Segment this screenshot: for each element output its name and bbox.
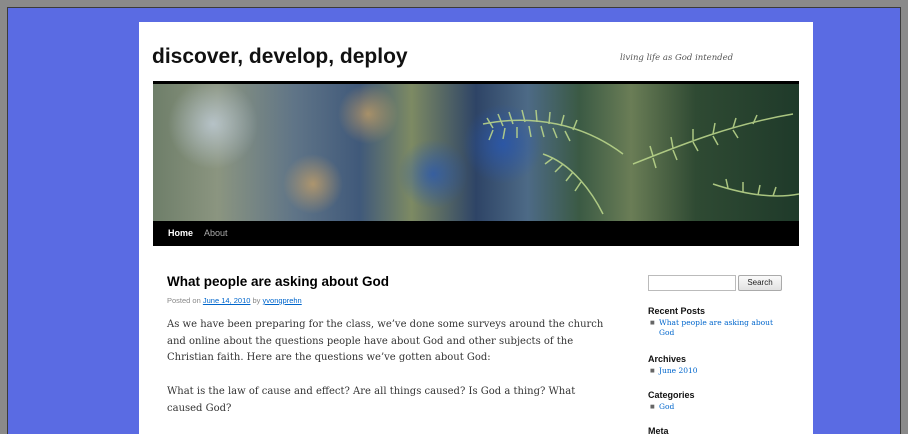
main-navigation: Home About (153, 221, 799, 246)
post-meta-prefix: Posted on (167, 296, 201, 305)
search-button[interactable]: Search (738, 275, 782, 291)
post-paragraph: What is the law of cause and effect? Are… (167, 386, 576, 414)
post-meta: Posted on June 14, 2010 by yvongprehn (167, 296, 302, 305)
archives-list: June 2010 (650, 366, 775, 376)
post-paragraph: As we have been preparing for the class,… (167, 319, 604, 363)
widget-title-recent-posts: Recent Posts (648, 306, 706, 316)
widget-title-categories: Categories (648, 390, 695, 400)
nav-item-about[interactable]: About (204, 228, 228, 238)
post-title[interactable]: What people are asking about God (167, 274, 389, 289)
post-meta-by: by (252, 296, 261, 305)
recent-post-link[interactable]: What people are asking about God (650, 318, 775, 338)
post-author-link[interactable]: yvongprehn (263, 296, 302, 305)
widget-title-meta: Meta (648, 426, 669, 434)
widget-title-archives: Archives (648, 354, 687, 364)
categories-list: God (650, 402, 775, 412)
nav-item-home[interactable]: Home (168, 228, 193, 238)
archive-link[interactable]: June 2010 (650, 366, 775, 376)
header-banner-image (153, 84, 799, 221)
site-description: living life as God intended (620, 53, 734, 63)
search-input[interactable] (648, 275, 736, 291)
page-container: discover, develop, deploy living life as… (139, 22, 813, 434)
site-title[interactable]: discover, develop, deploy (152, 45, 408, 69)
post-date-link[interactable]: June 14, 2010 (203, 296, 251, 305)
category-link[interactable]: God (650, 402, 775, 412)
recent-posts-list: What people are asking about God (650, 318, 775, 338)
